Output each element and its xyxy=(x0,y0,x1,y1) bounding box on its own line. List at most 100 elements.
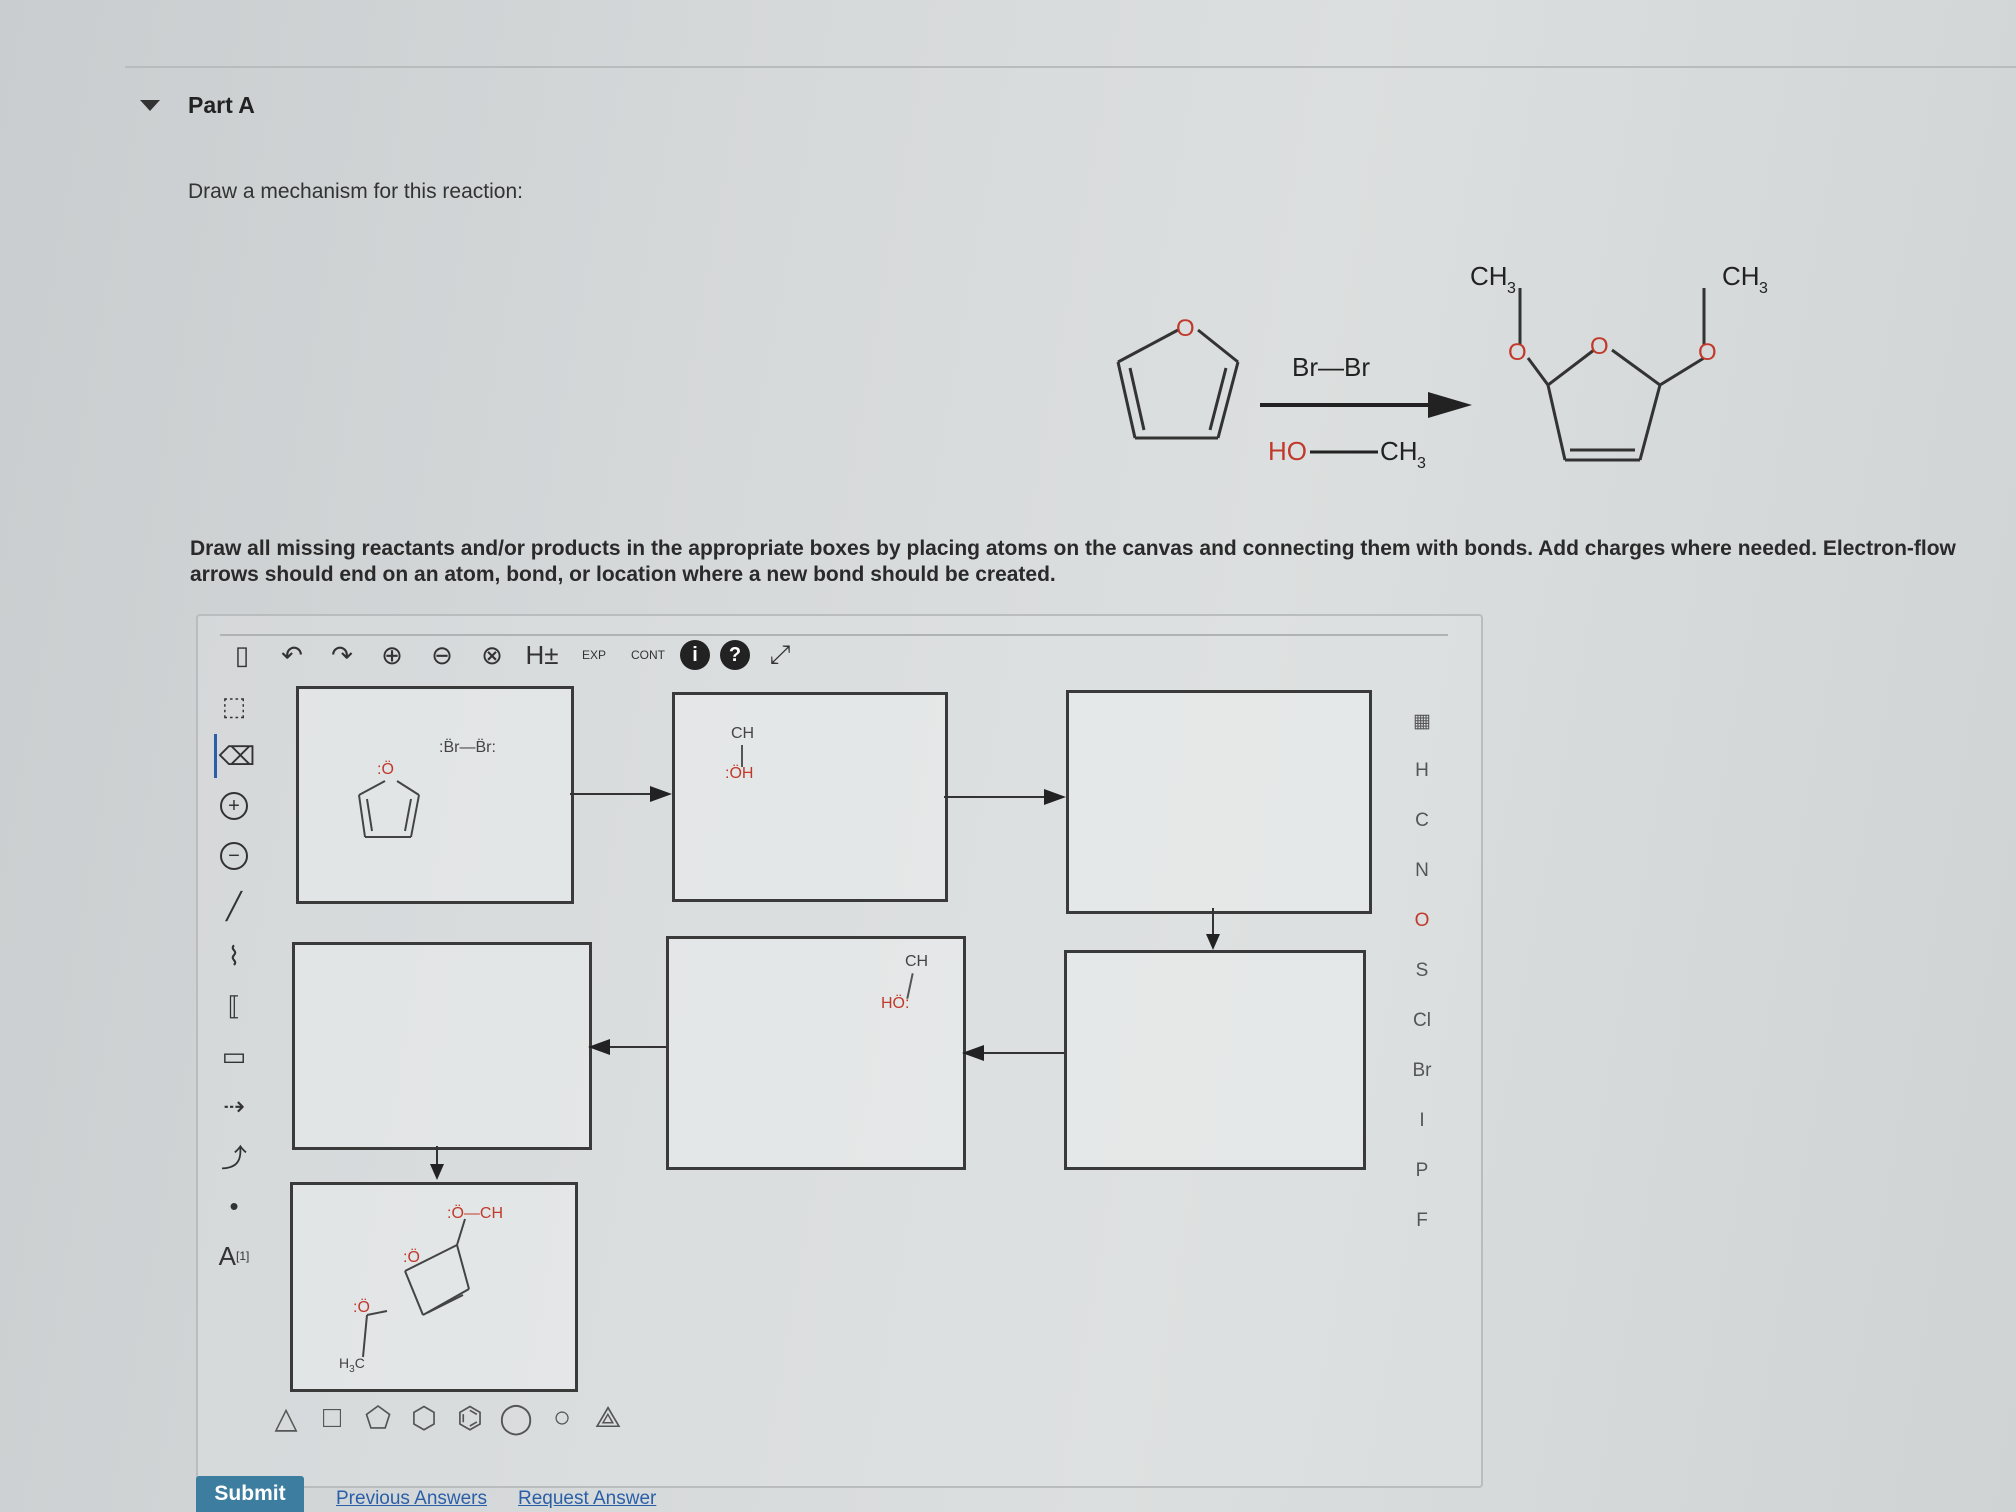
product-ch3-right-sub: 3 xyxy=(1759,280,1768,297)
mechanism-box-5[interactable]: CH HÖ: xyxy=(666,936,966,1170)
furan-oxygen: O xyxy=(1176,315,1195,342)
box7-methoxy-o: :Ö xyxy=(353,1299,370,1316)
negative-charge-icon[interactable]: − xyxy=(214,834,254,878)
reaction-arrow-head xyxy=(1428,392,1472,418)
element-br[interactable]: Br xyxy=(1402,1046,1442,1096)
zoom-out-icon[interactable]: ⊖ xyxy=(422,635,462,675)
explicit-hydrogen-button[interactable]: H± xyxy=(522,635,562,675)
product-in-box xyxy=(362,1218,470,1358)
part-header[interactable]: Part A xyxy=(140,92,255,119)
arrow-box2-box3-head xyxy=(1044,789,1066,805)
hexagon-ring-icon[interactable]: ⬡ xyxy=(408,1402,440,1435)
pentagon-ring-icon[interactable]: ⬠ xyxy=(362,1402,394,1435)
element-p[interactable]: P xyxy=(1402,1146,1442,1196)
text-tool[interactable]: A [1] xyxy=(214,1234,254,1278)
benzene-ring-icon[interactable]: ⌬ xyxy=(454,1402,486,1435)
reaction-arrow-tool-icon[interactable]: ⇢ xyxy=(214,1084,254,1128)
redo-icon[interactable]: ↷ xyxy=(322,635,362,675)
triangle-ring-icon[interactable]: △ xyxy=(270,1402,302,1435)
box2-oh: :ÖH xyxy=(725,765,754,782)
section-divider xyxy=(125,66,2016,68)
mechanism-box-7[interactable]: :Ö—CH :Ö :Ö H3C xyxy=(290,1182,578,1392)
arrow-box3-box6-head xyxy=(1206,934,1220,950)
box2-ch3: CH xyxy=(731,725,755,742)
octagon-ring-icon[interactable]: ○ xyxy=(546,1401,578,1434)
zoom-in-icon[interactable]: ⊕ xyxy=(372,635,412,675)
product-oxygen-left: O xyxy=(1508,339,1527,366)
reagent-ch-sub: 3 xyxy=(1417,455,1426,472)
electron-dot-icon[interactable]: • xyxy=(214,1184,254,1228)
element-i[interactable]: I xyxy=(1402,1096,1442,1146)
element-s[interactable]: S xyxy=(1402,946,1442,996)
instructions-text: Draw all missing reactants and/or produc… xyxy=(190,537,1956,586)
eraser-tool-icon[interactable]: ⌫ xyxy=(214,734,257,778)
product-molecule xyxy=(1518,288,1706,462)
element-c[interactable]: C xyxy=(1402,796,1442,846)
left-tool-panel: ⬚ ⌫ + − ╱ ⌇ ⟦ ▭ ⇢ ⤴ • A [1] xyxy=(214,684,258,1284)
chair-ring-icon[interactable]: ⟁ xyxy=(592,1401,624,1434)
element-cl[interactable]: Cl xyxy=(1402,996,1442,1046)
undo-icon[interactable]: ↶ xyxy=(272,635,312,675)
mechanism-box-1[interactable]: :Ö :B̈r—B̈r: xyxy=(296,686,574,904)
ring-template-bar: △ □ ⬠ ⬡ ⌬ ◯ ○ ⟁ xyxy=(270,1401,624,1435)
furan-in-box xyxy=(358,780,420,838)
product-ch3-right: CH xyxy=(1722,261,1760,291)
info-button[interactable]: i xyxy=(680,640,710,670)
editor-toolbar: ▯ ↶ ↷ ⊕ ⊖ ⊗ H± EXP CONT i ? ⤢ xyxy=(222,630,800,680)
reagent-ho: HO xyxy=(1268,436,1307,466)
reaction-scheme: O Br—Br HO CH 3 O O O CH 3 CH 3 xyxy=(1100,250,1900,490)
periodic-table-icon[interactable]: ▦ xyxy=(1402,696,1442,746)
curved-arrow-tool-icon[interactable]: ⤴ xyxy=(214,1134,254,1178)
element-f[interactable]: F xyxy=(1402,1196,1442,1246)
heptagon-ring-icon[interactable]: ◯ xyxy=(499,1402,533,1435)
box7-h3c: H3C xyxy=(339,1355,365,1375)
product-ch3-left: CH xyxy=(1470,261,1508,291)
mechanism-box-2[interactable]: CH :ÖH xyxy=(672,692,948,902)
arrow-box2-box3 xyxy=(944,796,1046,798)
reagent-ch: CH xyxy=(1380,436,1418,466)
mechanism-box-3[interactable] xyxy=(1066,690,1372,914)
arrow-box4-box7 xyxy=(436,1146,438,1166)
part-title: Part A xyxy=(188,92,255,118)
help-button[interactable]: ? xyxy=(720,640,750,670)
element-palette: ▦ H C N O S Cl Br I P F xyxy=(1402,696,1442,1246)
arrow-box1-box2-head xyxy=(650,786,672,802)
request-answer-link[interactable]: Request Answer xyxy=(518,1488,656,1510)
furan-molecule xyxy=(1116,328,1240,440)
question-text: Draw a mechanism for this reaction: xyxy=(188,180,523,203)
element-n[interactable]: N xyxy=(1402,846,1442,896)
mechanism-box-4[interactable] xyxy=(292,942,592,1150)
box2-bond xyxy=(741,745,743,767)
positive-charge-icon[interactable]: + xyxy=(214,784,254,828)
box7-ether-o: :Ö—CH xyxy=(447,1205,503,1222)
reagent-br2: Br—Br xyxy=(1292,352,1370,382)
square-ring-icon[interactable]: □ xyxy=(316,1401,348,1434)
bracket-tool-icon[interactable]: ⟦ xyxy=(214,984,254,1028)
arrow-box5-box4 xyxy=(610,1046,666,1048)
expand-button[interactable]: EXP xyxy=(572,635,616,675)
chain-tool-icon[interactable]: ⌇ xyxy=(214,934,254,978)
arrow-box5-box4-head xyxy=(588,1039,610,1055)
mechanism-box-6[interactable] xyxy=(1064,950,1366,1170)
previous-answers-link[interactable]: Previous Answers xyxy=(336,1488,487,1510)
element-h[interactable]: H xyxy=(1402,746,1442,796)
product-oxygen-right: O xyxy=(1698,339,1717,366)
single-bond-icon[interactable]: ╱ xyxy=(214,884,254,928)
zoom-reset-icon[interactable]: ⊗ xyxy=(472,635,512,675)
collapse-caret-icon[interactable] xyxy=(140,100,160,111)
arrow-box3-box6 xyxy=(1212,908,1214,936)
submit-button[interactable]: Submit xyxy=(196,1476,304,1512)
box7-ring-o: :Ö xyxy=(403,1249,420,1266)
fullscreen-icon[interactable]: ⤢ xyxy=(760,635,800,675)
box5-ho: HÖ: xyxy=(881,995,910,1012)
product-ch3-left-sub: 3 xyxy=(1507,280,1516,297)
rectangle-tool-icon[interactable]: ▭ xyxy=(214,1034,254,1078)
select-tool-icon[interactable]: ⬚ xyxy=(214,684,254,728)
box1-br2: :B̈r—B̈r: xyxy=(439,739,496,756)
arrow-box1-box2 xyxy=(570,793,652,795)
box1-oxygen: :Ö xyxy=(377,761,394,778)
element-o[interactable]: O xyxy=(1402,896,1442,946)
product-oxygen-ring: O xyxy=(1590,333,1609,360)
new-document-icon[interactable]: ▯ xyxy=(222,635,262,675)
contract-button[interactable]: CONT xyxy=(626,635,670,675)
